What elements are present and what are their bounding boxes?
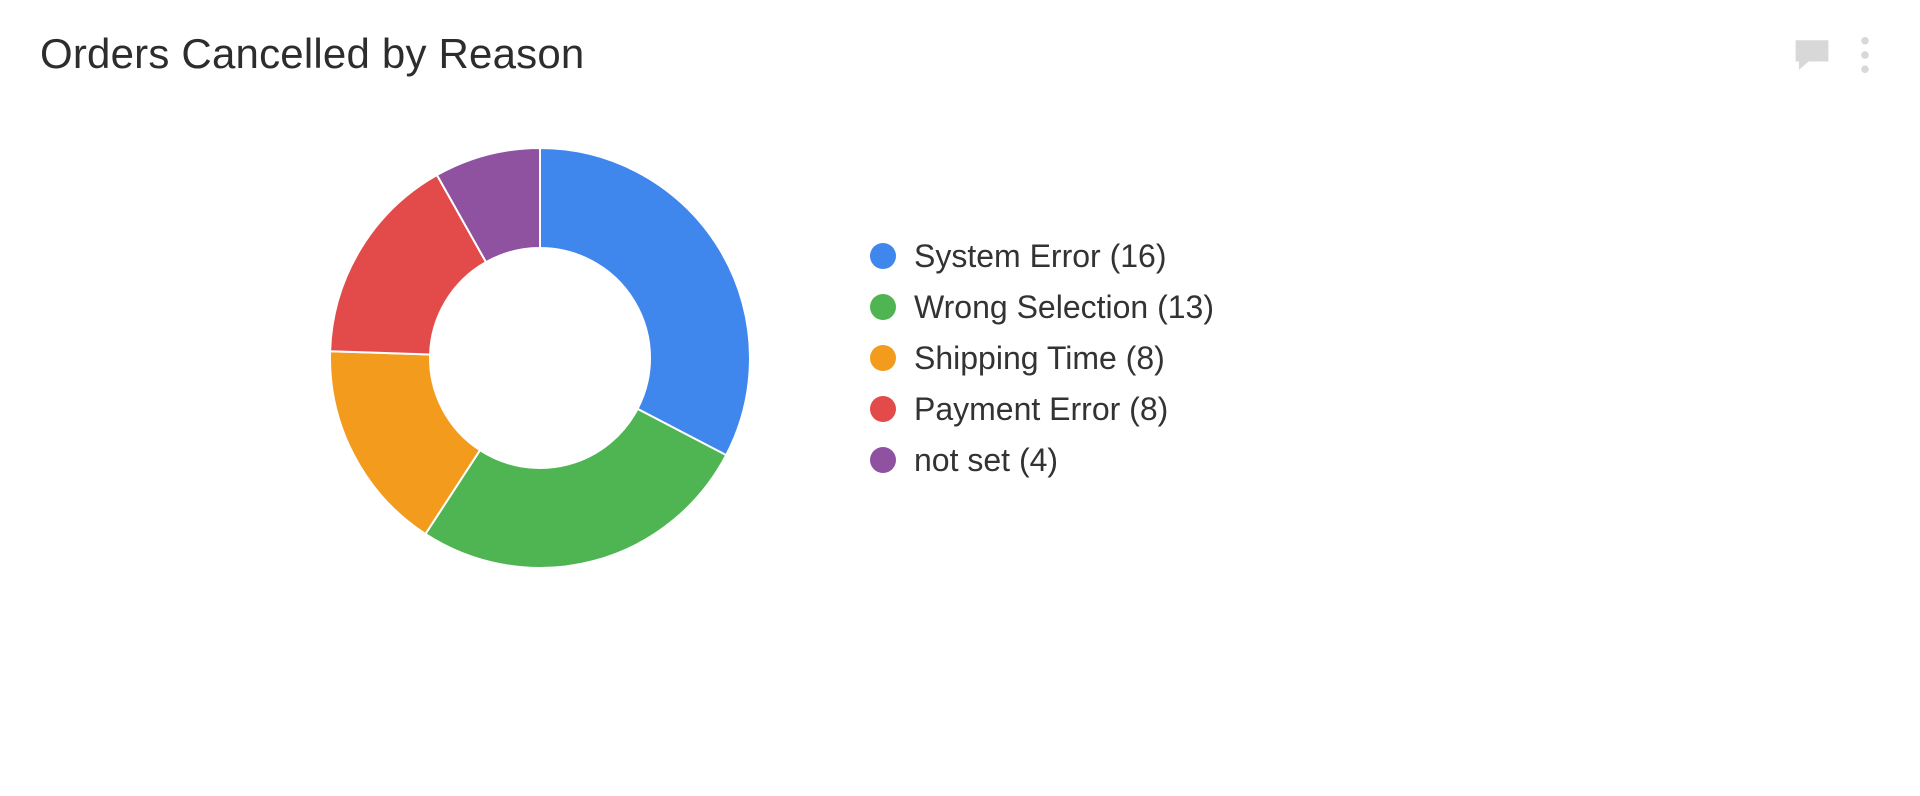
- card-header: Orders Cancelled by Reason: [40, 30, 1880, 78]
- legend-item[interactable]: Shipping Time (8): [870, 340, 1214, 377]
- donut-chart[interactable]: [320, 138, 760, 578]
- chart-body: System Error (16) Wrong Selection (13) Shi…: [320, 138, 1880, 578]
- legend-swatch: [870, 447, 896, 473]
- legend-swatch: [870, 345, 896, 371]
- legend-label: Payment Error (8): [914, 391, 1168, 428]
- legend-swatch: [870, 396, 896, 422]
- comment-icon[interactable]: [1792, 37, 1832, 73]
- legend-label: not set (4): [914, 442, 1058, 479]
- legend-swatch: [870, 243, 896, 269]
- donut-slice[interactable]: [425, 409, 726, 568]
- legend-item[interactable]: Wrong Selection (13): [870, 289, 1214, 326]
- legend-item[interactable]: not set (4): [870, 442, 1214, 479]
- card-actions: [1792, 30, 1880, 74]
- more-icon[interactable]: [1860, 36, 1870, 74]
- legend-swatch: [870, 294, 896, 320]
- legend-label: Wrong Selection (13): [914, 289, 1214, 326]
- legend: System Error (16) Wrong Selection (13) Shi…: [870, 238, 1214, 479]
- card-title: Orders Cancelled by Reason: [40, 30, 584, 78]
- legend-label: Shipping Time (8): [914, 340, 1165, 377]
- legend-item[interactable]: Payment Error (8): [870, 391, 1214, 428]
- legend-label: System Error (16): [914, 238, 1166, 275]
- chart-card: Orders Cancelled by Reason System Error …: [0, 0, 1920, 796]
- legend-item[interactable]: System Error (16): [870, 238, 1214, 275]
- donut-slice[interactable]: [540, 148, 750, 455]
